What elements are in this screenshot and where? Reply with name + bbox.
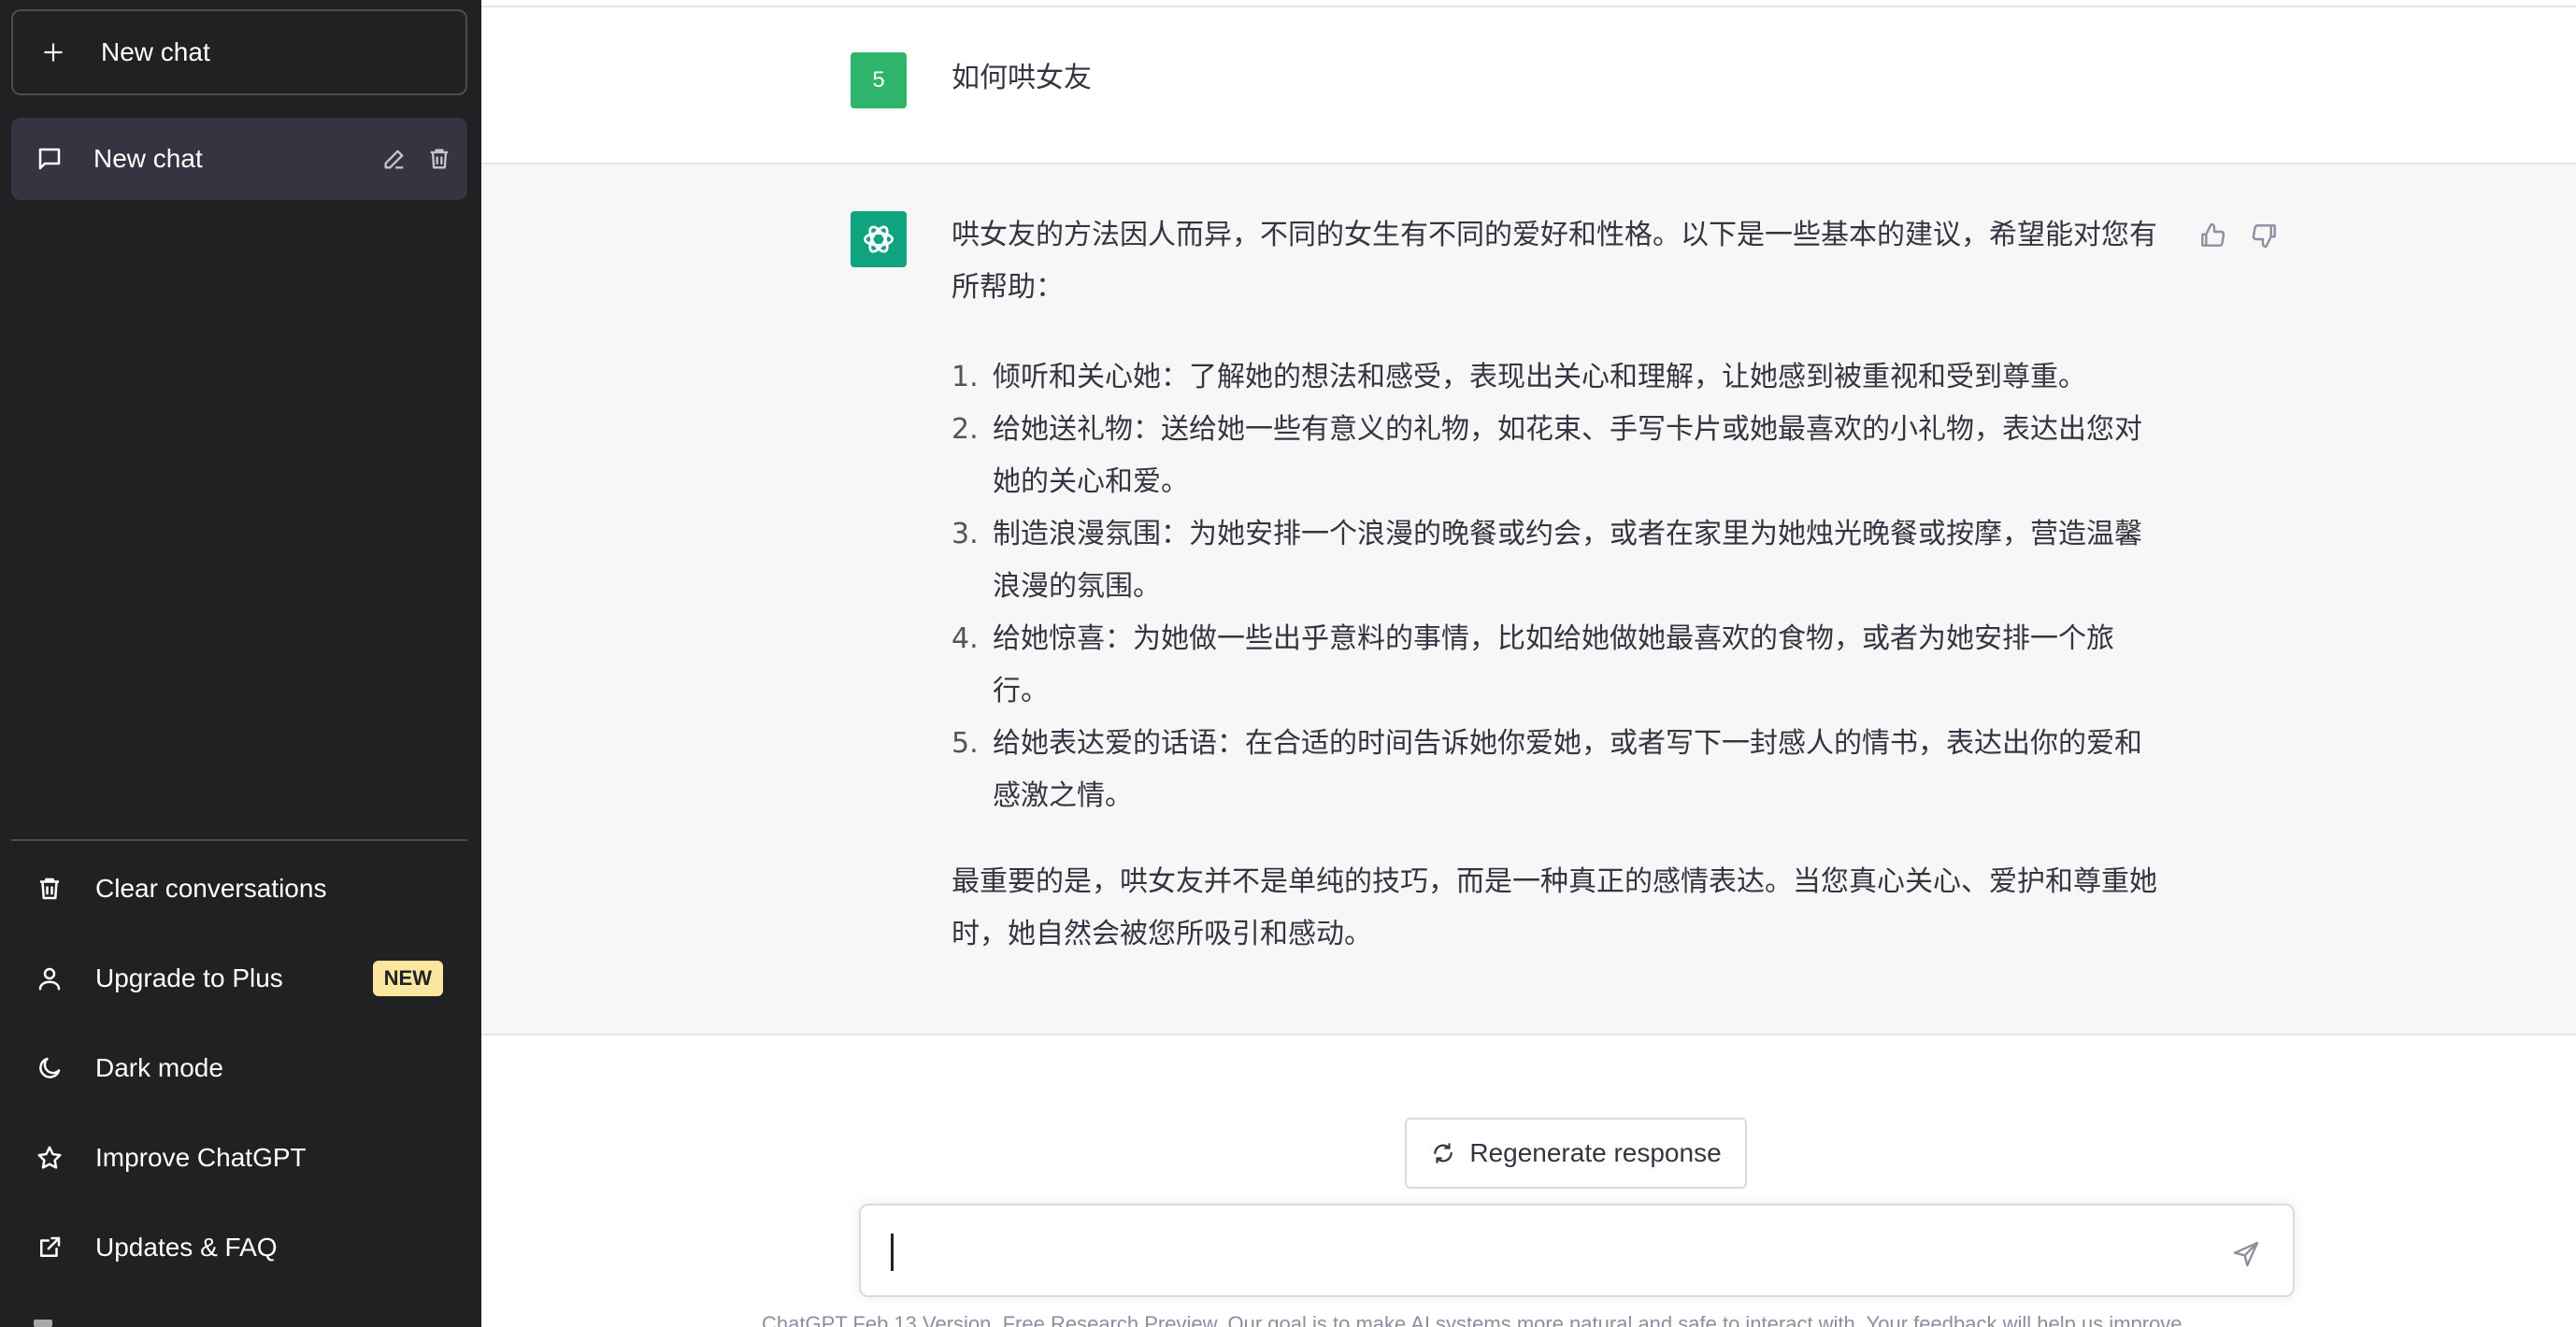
assistant-intro: 哄女友的方法因人而异，不同的女生有不同的爱好和性格。以下是一些基本的建议，希望能…	[952, 219, 2157, 304]
plus-icon	[39, 38, 67, 66]
list-text: 制造浪漫氛围：为她安排一个浪漫的晚餐或约会，或者在家里为她烛光晚餐或按摩，营造温…	[993, 518, 2142, 603]
assistant-message-content: 哄女友的方法因人而异，不同的女生有不同的爱好和性格。以下是一些基本的建议，希望能…	[952, 209, 2167, 998]
menu-item-label: Dark mode	[95, 1053, 223, 1082]
suggestion-list: 1. 倾听和关心她：了解她的想法和感受，表现出关心和理解，让她感到被重视和受到尊重…	[952, 351, 2167, 822]
menu-item-label: Upgrade to Plus	[95, 963, 283, 992]
sidebar-divider	[11, 839, 467, 841]
openai-logo-icon	[851, 211, 907, 267]
dark-mode-button[interactable]: Dark mode	[11, 1029, 467, 1107]
updates-faq-link[interactable]: Updates & FAQ	[11, 1208, 467, 1287]
moon-icon	[34, 1052, 65, 1084]
upgrade-to-plus-button[interactable]: Upgrade to Plus NEW	[11, 939, 467, 1018]
menu-item-label: Improve ChatGPT	[95, 1143, 307, 1172]
sidebar: New chat New chat Clear conversations Up…	[0, 0, 481, 1327]
send-icon[interactable]	[2227, 1235, 2265, 1273]
chat-item-label: New chat	[93, 144, 203, 173]
new-chat-label: New chat	[101, 37, 210, 66]
new-badge: NEW	[372, 961, 443, 996]
delete-icon[interactable]	[422, 142, 456, 176]
edit-icon[interactable]	[378, 142, 411, 176]
footer-disclaimer: ChatGPT Feb 13 Version. Free Research Pr…	[762, 1312, 2188, 1327]
regenerate-response-button[interactable]: Regenerate response	[1405, 1118, 1747, 1189]
list-number: 4.	[952, 622, 979, 655]
list-text: 给她惊喜：为她做一些出乎意料的事情，比如给她做她最喜欢的食物，或者为她安排一个旅…	[993, 622, 2114, 707]
list-item: 3. 制造浪漫氛围：为她安排一个浪漫的晚餐或约会，或者在家里为她烛光晚餐或按摩，营…	[952, 508, 2167, 613]
list-number: 3.	[952, 518, 979, 550]
user-avatar: 5	[851, 52, 907, 108]
list-number: 1.	[952, 361, 979, 393]
user-message-text: 如何哄女友	[952, 62, 1092, 94]
assistant-conclusion: 最重要的是，哄女友并不是单纯的技巧，而是一种真正的感情表达。当您真心关心、爱护和…	[952, 865, 2157, 950]
list-item: 5. 给她表达爱的话语：在合适的时间告诉她你爱她，或者写下一封感人的情书，表达出你…	[952, 718, 2167, 822]
chat-history-item[interactable]: New chat	[11, 118, 467, 200]
top-divider	[481, 0, 2576, 7]
list-item: 2. 给她送礼物：送给她一些有意义的礼物，如花束、手写卡片或她最喜欢的小礼物，表达…	[952, 404, 2167, 508]
main-area: 5 如何哄女友 哄女友的方法因人而异，不同的女生有不同的爱好和性格。以下是一些基…	[481, 0, 2576, 1327]
star-icon	[34, 1142, 65, 1174]
menu-item-label: Clear conversations	[95, 874, 327, 903]
thumbs-up-icon[interactable]	[2194, 217, 2231, 254]
list-number: 5.	[952, 727, 979, 760]
list-item: 1. 倾听和关心她：了解她的想法和感受，表现出关心和理解，让她感到被重视和受到尊重…	[952, 351, 2167, 404]
logout-icon-partial	[34, 1320, 52, 1327]
list-text: 给她表达爱的话语：在合适的时间告诉她你爱她，或者写下一封感人的情书，表达出你的爱…	[993, 727, 2142, 812]
user-icon	[34, 963, 65, 994]
refresh-icon	[1430, 1140, 1456, 1166]
menu-item-label: Updates & FAQ	[95, 1233, 278, 1262]
list-number: 2.	[952, 413, 979, 446]
trash-icon	[34, 873, 65, 905]
user-message-row: 5 如何哄女友	[481, 7, 2576, 164]
message-icon	[34, 143, 65, 175]
list-item: 4. 给她惊喜：为她做一些出乎意料的事情，比如给她做她最喜欢的食物，或者为她安排一…	[952, 613, 2167, 718]
new-chat-button[interactable]: New chat	[11, 9, 467, 95]
list-text: 给她送礼物：送给她一些有意义的礼物，如花束、手写卡片或她最喜欢的小礼物，表达出您…	[993, 413, 2142, 498]
thumbs-down-icon[interactable]	[2246, 217, 2283, 254]
clear-conversations-button[interactable]: Clear conversations	[11, 849, 467, 928]
text-cursor	[891, 1234, 894, 1271]
improve-chatgpt-button[interactable]: Improve ChatGPT	[11, 1119, 467, 1197]
message-input[interactable]	[889, 1230, 2179, 1275]
message-composer	[859, 1204, 2295, 1297]
assistant-message-row: 哄女友的方法因人而异，不同的女生有不同的爱好和性格。以下是一些基本的建议，希望能…	[481, 164, 2576, 1035]
list-text: 倾听和关心她：了解她的想法和感受，表现出关心和理解，让她感到被重视和受到尊重。	[993, 361, 2086, 393]
regenerate-label: Regenerate response	[1469, 1138, 1722, 1167]
external-link-icon	[34, 1232, 65, 1263]
